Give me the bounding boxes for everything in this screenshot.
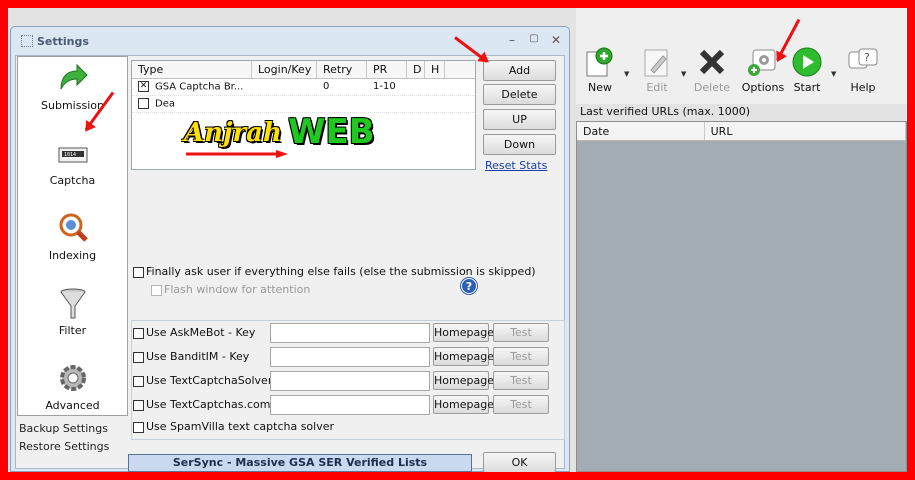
main-toolbar: New ▼ Edit ▼ Delete Options Start ▼ ? He… [576,8,907,104]
column-type[interactable]: Type [132,61,252,78]
new-button[interactable]: New [578,46,622,94]
down-button[interactable]: Down [483,134,556,155]
maximize-icon[interactable]: ▢ [527,33,541,44]
screenshot-frame: New ▼ Edit ▼ Delete Options Start ▼ ? He… [8,8,907,472]
watermark-logo: Anjrah WEB [184,112,399,158]
flash-window-checkbox[interactable] [151,284,162,296]
askmebot-checkbox[interactable] [133,327,144,339]
settings-body: Submission 1014 Captcha Indexing Filter … [15,55,565,472]
column-url[interactable]: URL [705,122,906,140]
edit-button[interactable]: Edit [635,46,679,94]
green-arrow-icon [55,61,91,95]
table-row[interactable]: Dea [132,96,475,113]
settings-title: Settings [37,35,89,48]
sidebar-item-captcha[interactable]: 1014 Captcha [18,136,127,187]
column-pr[interactable]: PR [367,61,407,78]
grid-header: Type Login/Key Retry PR D H [132,61,475,79]
window-icon [21,35,33,47]
sidebar-item-submission[interactable]: Submission [18,61,127,112]
settings-sidebar: Submission 1014 Captcha Indexing Filter … [17,56,128,416]
column-h[interactable]: H [425,61,445,78]
row-checkbox[interactable]: ✕ [138,81,149,92]
edit-icon [641,46,673,78]
backup-settings-link[interactable]: Backup Settings [19,422,108,435]
new-dropdown-icon[interactable]: ▼ [624,70,632,78]
play-icon [791,46,823,78]
banditim-key-input[interactable] [270,347,430,367]
svg-text:1014: 1014 [64,152,76,158]
captcha-icon: 1014 [55,136,91,170]
help-button[interactable]: ? Help [841,46,885,94]
row-checkbox[interactable] [138,98,149,109]
askmebot-test-button[interactable]: Test [493,323,549,342]
textcaptchasolver-option[interactable]: Use TextCaptchaSolver [133,374,272,387]
textcaptchasolver-key-input[interactable] [270,371,430,391]
restore-settings-link[interactable]: Restore Settings [19,440,109,453]
new-document-icon [584,46,616,78]
banditim-checkbox[interactable] [133,351,144,363]
gear-icon [55,361,91,395]
grid-header: Date URL [577,122,906,141]
textcaptchas-homepage-button[interactable]: Homepage [433,395,494,414]
delete-button[interactable]: Delete [483,84,556,105]
delete-button[interactable]: Delete [690,46,734,94]
textcaptchas-test-button[interactable]: Test [493,395,549,414]
sidebar-item-indexing[interactable]: Indexing [18,211,127,262]
askmebot-option[interactable]: Use AskMeBot - Key [133,326,255,339]
column-retry[interactable]: Retry [317,61,367,78]
spamvilla-option[interactable]: Use SpamVilla text captcha solver [133,420,334,433]
finally-ask-checkbox[interactable] [133,266,144,278]
column-login-key[interactable]: Login/Key [252,61,317,78]
settings-title-bar: Settings – ▢ ✕ [11,27,569,55]
sidebar-item-filter[interactable]: Filter [18,286,127,337]
close-icon[interactable]: ✕ [549,33,563,47]
flash-window-option[interactable]: Flash window for attention [151,283,310,296]
verified-urls-grid[interactable]: Date URL [576,121,907,472]
start-button[interactable]: Start [785,46,829,94]
banditim-test-button[interactable]: Test [493,347,549,366]
finally-ask-option[interactable]: Finally ask user if everything else fail… [133,265,536,278]
minimize-icon[interactable]: – [505,33,519,47]
funnel-icon [55,286,91,320]
textcaptchas-key-input[interactable] [270,395,430,415]
column-d[interactable]: D [407,61,425,78]
textcaptchas-option[interactable]: Use TextCaptchas.com [133,398,271,411]
settings-window: Settings – ▢ ✕ Submission 1014 Captcha I… [10,26,570,472]
edit-dropdown-icon[interactable]: ▼ [681,70,689,78]
ok-button[interactable]: OK [483,452,556,472]
logo-underline-arrow [186,150,288,158]
add-button[interactable]: Add [483,60,556,81]
banditim-homepage-button[interactable]: Homepage [433,347,494,366]
options-gear-icon [747,46,779,78]
textcaptchasolver-test-button[interactable]: Test [493,371,549,390]
up-button[interactable]: UP [483,109,556,130]
verified-urls-label: Last verified URLs (max. 1000) [580,105,751,118]
askmebot-homepage-button[interactable]: Homepage [433,323,494,342]
banditim-option[interactable]: Use BanditIM - Key [133,350,249,363]
sidebar-item-advanced[interactable]: Advanced [18,361,127,412]
help-question-icon: ? [847,46,879,78]
column-date[interactable]: Date [577,122,705,140]
help-icon[interactable]: ? [461,278,477,294]
reset-stats-link[interactable]: Reset Stats [485,159,547,172]
textcaptchasolver-homepage-button[interactable]: Homepage [433,371,494,390]
textcaptchasolver-checkbox[interactable] [133,375,144,387]
textcaptchas-checkbox[interactable] [133,399,144,411]
start-dropdown-icon[interactable]: ▼ [831,70,839,78]
delete-x-icon [696,46,728,78]
askmebot-key-input[interactable] [270,323,430,343]
svg-text:?: ? [864,51,870,64]
spamvilla-checkbox[interactable] [133,421,144,433]
table-row[interactable]: ✕ GSA Captcha Br... 0 1-10 [132,79,475,96]
magnifier-icon [55,211,91,245]
sersync-banner[interactable]: SerSync - Massive GSA SER Verified Lists [128,454,472,472]
